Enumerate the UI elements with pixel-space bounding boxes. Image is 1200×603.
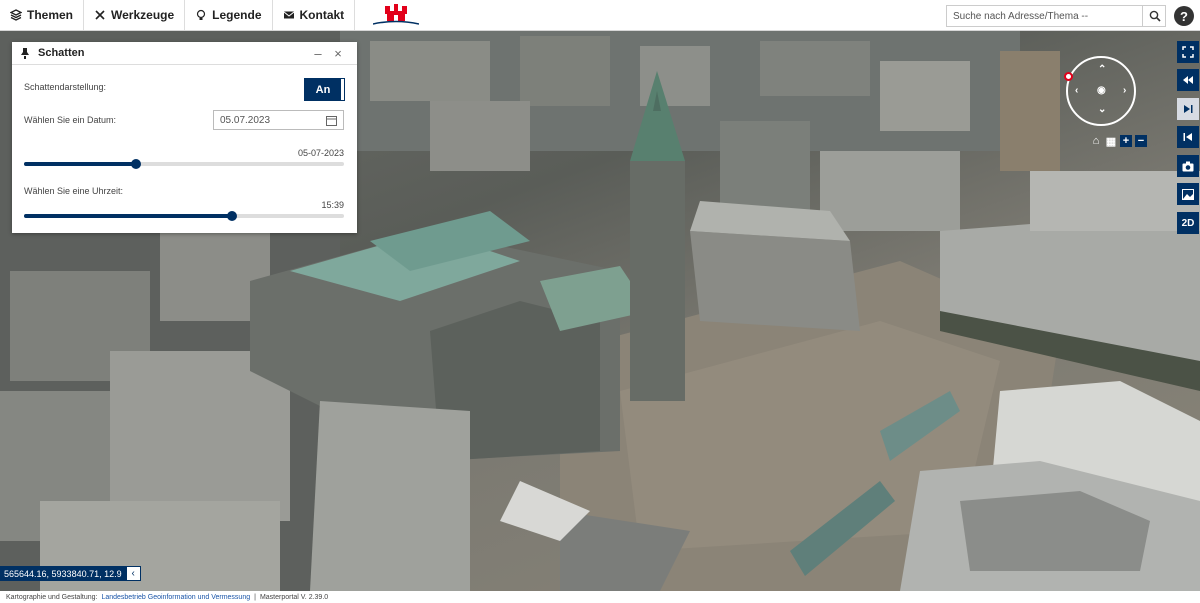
lightbulb-icon [197,9,206,20]
minimize-icon[interactable]: – [308,46,328,61]
image-icon [1182,188,1194,200]
back-view-button[interactable] [1177,126,1199,148]
eye-icon[interactable]: ◉ [1097,85,1106,96]
time-slider-fill [24,214,232,218]
north-marker-icon [1064,72,1073,81]
menu-item-label: Werkzeuge [111,8,175,22]
menu-item-werkzeuge[interactable]: Werkzeuge [84,0,186,30]
tilt-up-icon[interactable]: ⌃ [1098,64,1106,75]
footer-version: Masterportal V. 2.39.0 [259,593,329,601]
question-icon: ? [1180,8,1188,24]
back-to-start-button[interactable] [1177,69,1199,91]
date-slider-fill [24,162,136,166]
shadow-toggle-button[interactable]: An [304,78,345,101]
layers-icon [10,9,22,21]
skip-forward-icon [1184,105,1193,113]
fullscreen-button[interactable] [1177,41,1199,63]
mode-2d-button[interactable]: 2D [1177,212,1199,234]
panel-title: Schatten [38,47,85,59]
footer-credit-prefix: Kartographie und Gestaltung: [6,593,98,601]
footer-divider: | [254,593,256,601]
mail-icon [283,11,294,19]
tilt-down-icon[interactable]: ⌄ [1098,104,1106,115]
screenshot-button[interactable] [1177,155,1199,177]
menu-item-legende[interactable]: Legende [185,0,273,30]
date-slider-handle[interactable] [131,159,141,169]
date-slider-value: 05-07-2023 [297,148,344,158]
zoom-controls: ⌂ ▦ + − [1090,135,1147,148]
shadow-tool-panel: Schatten – × Schattendarstellung: An Wäh… [12,42,357,233]
menu-item-kontakt[interactable]: Kontakt [273,0,356,30]
menu-item-label: Themen [27,8,74,22]
time-slider-value: 15:39 [321,200,344,210]
chevron-left-icon: ‹ [131,568,135,579]
time-label: Wählen Sie eine Uhrzeit: [24,186,124,196]
search-input[interactable] [946,5,1166,27]
date-field[interactable]: 05.07.2023 [213,110,344,130]
image-button[interactable] [1177,183,1199,205]
close-icon[interactable]: × [328,46,348,61]
menu-item-label: Kontakt [299,8,345,22]
skip-back-icon [1183,133,1192,141]
zoom-in-button[interactable]: + [1120,135,1132,147]
search-icon [1149,10,1161,22]
grid-icon[interactable]: ▦ [1105,135,1117,148]
hamburg-logo[interactable] [355,0,437,30]
forward-view-button[interactable] [1177,98,1199,120]
date-field-value: 05.07.2023 [220,114,271,126]
footer: Kartographie und Gestaltung: Landesbetri… [0,591,1200,603]
tilt-icon[interactable]: ⌂ [1090,135,1102,147]
lamp-icon [21,47,29,59]
time-slider[interactable] [24,211,344,221]
expand-icon [1182,46,1194,58]
zoom-out-button[interactable]: − [1135,135,1147,147]
panel-header: Schatten – × [12,42,357,65]
collapse-coordinates-button[interactable]: ‹ [125,566,141,581]
hamburg-castle-logo-icon [373,4,420,25]
menu-item-label: Legende [212,8,262,22]
time-slider-handle[interactable] [227,211,237,221]
compass-navigation[interactable]: ⌃ ⌄ ‹ › ◉ [1064,56,1136,126]
rotate-right-icon[interactable]: › [1123,85,1126,96]
search-button[interactable] [1142,5,1166,27]
help-button[interactable]: ? [1174,6,1194,26]
footer-credit-link[interactable]: Landesbetrieb Geoinformation und Vermess… [101,594,250,601]
date-slider[interactable] [24,159,344,169]
rotate-left-icon[interactable]: ‹ [1075,85,1078,96]
top-bar: Themen Werkzeuge Legende Kontakt ? [0,0,1200,31]
rewind-icon [1183,76,1193,84]
camera-icon [1182,161,1194,171]
coordinate-display: 565644.16, 5933840.71, 12.9 ‹ [0,566,141,581]
shadow-label: Schattendarstellung: [24,82,107,92]
calendar-icon[interactable] [326,115,337,126]
menu-item-themen[interactable]: Themen [0,0,85,30]
date-label: Wählen Sie ein Datum: [24,115,117,125]
coordinate-text: 565644.16, 5933840.71, 12.9 [0,566,126,581]
tools-icon [95,10,105,20]
